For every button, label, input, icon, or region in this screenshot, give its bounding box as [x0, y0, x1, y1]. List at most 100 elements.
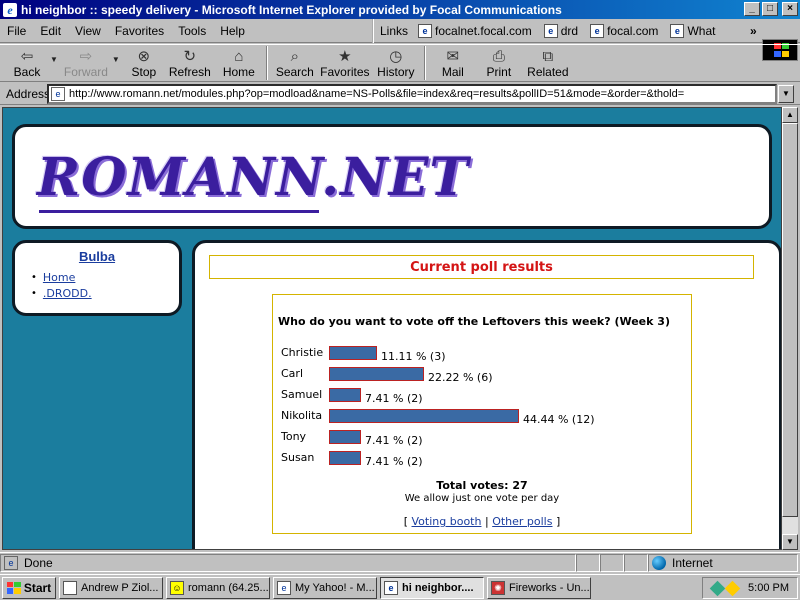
menu-view[interactable]: View — [68, 24, 108, 38]
link-focalnet[interactable]: e focalnet.focal.com — [418, 24, 532, 38]
site-logo[interactable]: ROMANN.NET — [37, 147, 469, 208]
status-text-cell: e Done — [0, 554, 576, 572]
network-icon[interactable] — [709, 580, 726, 596]
mail-label: Mail — [441, 65, 464, 79]
menu-file[interactable]: File — [0, 24, 33, 38]
page-icon: e — [51, 87, 65, 101]
clock[interactable]: 5:00 PM — [748, 582, 789, 594]
internet-globe-icon — [652, 556, 666, 570]
search-button[interactable]: ⌕ Search — [272, 45, 318, 81]
sidebar-block: Bulba • Home • .DRODD. — [12, 240, 182, 316]
poll-value-label: 11.11 % (3) — [381, 349, 446, 363]
poll-option-name: Susan — [281, 450, 315, 464]
page-icon: e — [590, 24, 605, 38]
taskbar: Start Andrew P Ziol... ☺ romann (64.25...… — [0, 574, 800, 600]
vertical-scrollbar[interactable]: ▲ ▼ — [782, 107, 798, 550]
forward-button[interactable]: ⇨ Forward — [62, 45, 110, 81]
search-icon: ⌕ — [290, 47, 300, 65]
back-button[interactable]: ⇦ Back — [6, 45, 48, 81]
other-polls-link[interactable]: Other polls — [492, 515, 552, 528]
toolbar-separator — [265, 46, 268, 80]
scroll-down-icon[interactable]: ▼ — [782, 534, 798, 550]
stop-label: Stop — [131, 65, 157, 79]
poll-option-name: Nikolita — [281, 408, 323, 422]
link-what[interactable]: e What — [670, 24, 715, 38]
task-myyahoo[interactable]: e My Yahoo! - M... — [273, 576, 377, 599]
poll-bar — [329, 367, 424, 381]
poll-value-label: 7.41 % (2) — [365, 454, 423, 468]
refresh-label: Refresh — [168, 65, 211, 79]
page-done-icon: e — [4, 556, 18, 570]
task-label: hi neighbor.... — [402, 581, 474, 594]
home-button[interactable]: ⌂ Home — [216, 45, 262, 81]
scroll-thumb[interactable] — [782, 123, 798, 517]
link-drd[interactable]: e drd — [543, 24, 578, 38]
sidebar-link-home[interactable]: Home — [43, 271, 75, 284]
task-romann[interactable]: ☺ romann (64.25... — [166, 576, 270, 599]
poll-links: [ Voting booth | Other polls ] — [273, 515, 691, 528]
history-icon: ◷ — [389, 48, 403, 65]
links-more-chevron[interactable]: » — [750, 24, 757, 38]
back-dropdown-icon[interactable]: ▼ — [50, 55, 58, 64]
start-button[interactable]: Start — [2, 576, 56, 599]
menu-favorites[interactable]: Favorites — [108, 24, 171, 38]
stop-icon: ⊗ — [137, 48, 151, 65]
maximize-button[interactable]: □ — [762, 2, 778, 16]
stop-button[interactable]: ⊗ Stop — [124, 45, 164, 81]
status-zone: Internet — [672, 556, 713, 570]
address-label: Address — [6, 86, 51, 101]
window-title: hi neighbor :: speedy delivery - Microso… — [21, 2, 562, 17]
ie-icon: e — [277, 580, 291, 595]
link-focal[interactable]: e focal.com — [590, 24, 658, 38]
links-label[interactable]: Links — [380, 24, 408, 38]
page-icon: e — [418, 24, 433, 38]
smiley-icon: ☺ — [170, 580, 184, 595]
main-content: Current poll results Who do you want to … — [192, 240, 781, 549]
forward-dropdown-icon[interactable]: ▼ — [112, 55, 120, 64]
sidebar-item-home: • Home — [31, 271, 92, 284]
poll-bar — [329, 409, 519, 423]
task-andrew[interactable]: Andrew P Ziol... — [59, 576, 163, 599]
menu-tools[interactable]: Tools — [171, 24, 213, 38]
poll-bar — [329, 430, 361, 444]
favorites-label: Favorites — [320, 65, 370, 79]
minimize-button[interactable]: _ — [744, 2, 760, 16]
page-viewport: ROMANN.NET Bulba • Home • .DRODD. Current … — [2, 107, 782, 550]
system-tray: 5:00 PM — [702, 577, 798, 599]
poll-bar — [329, 388, 361, 402]
poll-value-label: 22.22 % (6) — [428, 370, 493, 384]
poll-option-name: Tony — [281, 429, 307, 443]
menu-edit[interactable]: Edit — [33, 24, 68, 38]
favorites-button[interactable]: ★ Favorites — [318, 45, 372, 81]
voting-booth-link[interactable]: Voting booth — [412, 515, 482, 528]
poll-option-name: Christie — [281, 345, 324, 359]
mail-button[interactable]: ✉ Mail — [430, 45, 476, 81]
home-label: Home — [222, 65, 255, 79]
menu-help[interactable]: Help — [213, 24, 252, 38]
close-button[interactable]: × — [782, 2, 798, 16]
status-progress-cell — [576, 554, 600, 572]
print-button[interactable]: ⎙ Print — [476, 45, 522, 81]
forward-arrow-icon: ⇨ — [79, 48, 93, 65]
related-button[interactable]: ⧉ Related — [522, 45, 574, 81]
scroll-up-icon[interactable]: ▲ — [782, 107, 798, 123]
fireworks-icon: ✺ — [491, 580, 505, 595]
address-input[interactable]: e http://www.romann.net/modules.php?op=m… — [47, 84, 777, 104]
poll-results-box: Who do you want to vote off the Leftover… — [272, 294, 692, 534]
address-url[interactable]: http://www.romann.net/modules.php?op=mod… — [69, 88, 684, 100]
address-dropdown-icon[interactable]: ▼ — [778, 85, 794, 103]
history-button[interactable]: ◷ History — [372, 45, 420, 81]
refresh-button[interactable]: ↻ Refresh — [164, 45, 216, 81]
title-bar: e hi neighbor :: speedy delivery - Micro… — [0, 0, 800, 19]
sidebar-link-drodd[interactable]: .DRODD. — [43, 287, 92, 300]
status-blank-cell — [624, 554, 648, 572]
task-hi-neighbor[interactable]: e hi neighbor.... — [380, 576, 484, 599]
tray-app-icon[interactable] — [724, 580, 741, 596]
sidebar-title[interactable]: Bulba — [15, 249, 179, 264]
poll-vote-note: We allow just one vote per day — [404, 493, 560, 504]
poll-option-name: Samuel — [281, 387, 323, 401]
task-fireworks[interactable]: ✺ Fireworks - Un... — [487, 576, 591, 599]
poll-bar — [329, 451, 361, 465]
bracket-open: [ — [403, 515, 409, 528]
poll-row: Christie 11.11 % (3) — [281, 342, 446, 363]
